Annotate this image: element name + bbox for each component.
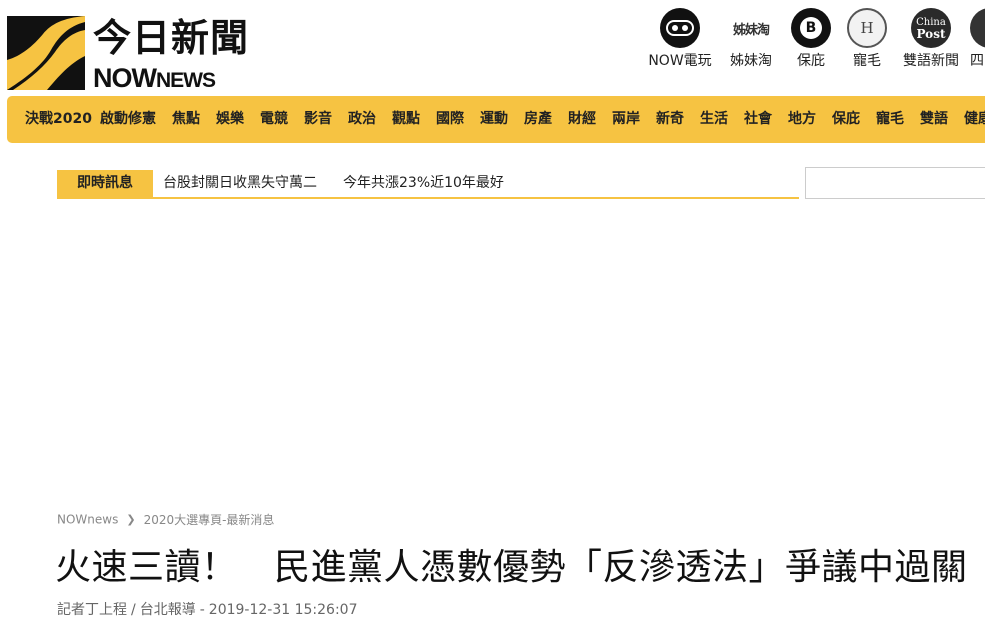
- chevron-right-icon: ❯: [126, 513, 136, 526]
- partner-links: NOW電玩 姊妹淘 姊妹淘 B 保庇 H 寵毛 China Post 雙語新聞 …: [644, 8, 985, 74]
- logo-text-en: NOWNEWS: [93, 63, 216, 95]
- breadcrumb-home[interactable]: NOWnews: [57, 513, 118, 527]
- sister-logo-text: 姊妹淘: [732, 22, 770, 38]
- nav-item-opinion[interactable]: 觀點: [392, 96, 420, 143]
- nav-item-health[interactable]: 健康: [964, 96, 985, 143]
- search-input[interactable]: [805, 167, 985, 199]
- partner-label: 姊妹淘: [730, 53, 772, 69]
- nav-item-constitution[interactable]: 啟動修憲: [100, 96, 156, 143]
- nav-item-life[interactable]: 生活: [700, 96, 728, 143]
- china-post-logo: China Post: [911, 8, 951, 48]
- gamepad-icon: [660, 8, 700, 48]
- partial-logo: [970, 8, 985, 48]
- partner-baobi[interactable]: B 保庇: [786, 8, 836, 70]
- partner-label: 四: [970, 53, 984, 69]
- article-desk: 台北報導: [139, 602, 196, 618]
- ticker-label: 即時訊息: [57, 170, 153, 197]
- nav-item-cross-strait[interactable]: 兩岸: [612, 96, 640, 143]
- nav-item-local[interactable]: 地方: [788, 96, 816, 143]
- breaking-news-ticker: 即時訊息 台股封關日收黑失守萬二 今年共漲23%近10年最好: [57, 170, 799, 199]
- article-title: 火速三讀！ 民進黨人憑數優勢「反滲透法」爭議中過關: [55, 547, 968, 588]
- nav-item-society[interactable]: 社會: [744, 96, 772, 143]
- nav-item-sports[interactable]: 運動: [480, 96, 508, 143]
- nav-item-politics[interactable]: 政治: [348, 96, 376, 143]
- main-nav: 決戰2020 啟動修憲 焦點 娛樂 電競 影音 政治 觀點 國際 運動 房產 財…: [7, 96, 985, 143]
- byline-separator: -: [199, 602, 205, 618]
- nav-item-novelty[interactable]: 新奇: [656, 96, 684, 143]
- nav-item-election-2020[interactable]: 決戰2020: [25, 96, 92, 143]
- logo-text-en-big: NOW: [93, 63, 157, 93]
- nav-item-baobi[interactable]: 保庇: [832, 96, 860, 143]
- nav-item-entertainment[interactable]: 娛樂: [216, 96, 244, 143]
- logo-text-cn: 今日新聞: [93, 16, 250, 60]
- partner-sister[interactable]: 姊妹淘 姊妹淘: [722, 8, 780, 70]
- partner-label: 雙語新聞: [903, 53, 959, 69]
- china-post-logo-top: China: [916, 16, 946, 28]
- nav-item-esports[interactable]: 電競: [260, 96, 288, 143]
- nav-item-finance[interactable]: 財經: [568, 96, 596, 143]
- nav-item-property[interactable]: 房產: [524, 96, 552, 143]
- ticker-item[interactable]: 今年共漲23%近10年最好: [343, 170, 504, 197]
- nav-item-focus[interactable]: 焦點: [172, 96, 200, 143]
- baobi-logo-text: B: [800, 17, 822, 39]
- breadcrumb-section[interactable]: 2020大選專頁-最新消息: [144, 513, 275, 527]
- nav-item-international[interactable]: 國際: [436, 96, 464, 143]
- partner-partial[interactable]: 四: [970, 8, 985, 70]
- logo-text-en-small: NEWS: [155, 69, 216, 92]
- byline-separator: /: [131, 602, 136, 618]
- partner-pet[interactable]: H 寵毛: [842, 8, 892, 70]
- article-author: 記者丁上程: [57, 602, 127, 618]
- partner-label: 寵毛: [853, 53, 881, 69]
- sister-logo: 姊妹淘: [731, 8, 771, 48]
- partner-label: NOW電玩: [648, 53, 712, 69]
- nav-item-bilingual[interactable]: 雙語: [920, 96, 948, 143]
- partner-now-game[interactable]: NOW電玩: [644, 8, 716, 70]
- nav-item-video[interactable]: 影音: [304, 96, 332, 143]
- partner-label: 保庇: [797, 53, 825, 69]
- article-byline: 記者丁上程 / 台北報導 -2019-12-31 15:26:07: [57, 599, 357, 619]
- breadcrumb: NOWnews ❯ 2020大選專頁-最新消息: [57, 511, 274, 529]
- china-post-logo-bottom: Post: [916, 26, 946, 41]
- site-logo[interactable]: 今日新聞 NOWNEWS: [7, 10, 262, 92]
- ticker-item[interactable]: 台股封關日收黑失守萬二: [163, 170, 317, 197]
- nav-item-pets[interactable]: 寵毛: [876, 96, 904, 143]
- pet-logo-text: H: [860, 19, 874, 37]
- pet-logo: H: [847, 8, 887, 48]
- baobi-logo: B: [791, 8, 831, 48]
- partner-china-post[interactable]: China Post 雙語新聞: [898, 8, 964, 70]
- article-datetime: 2019-12-31 15:26:07: [208, 602, 358, 618]
- logo-mark-icon: [7, 16, 85, 90]
